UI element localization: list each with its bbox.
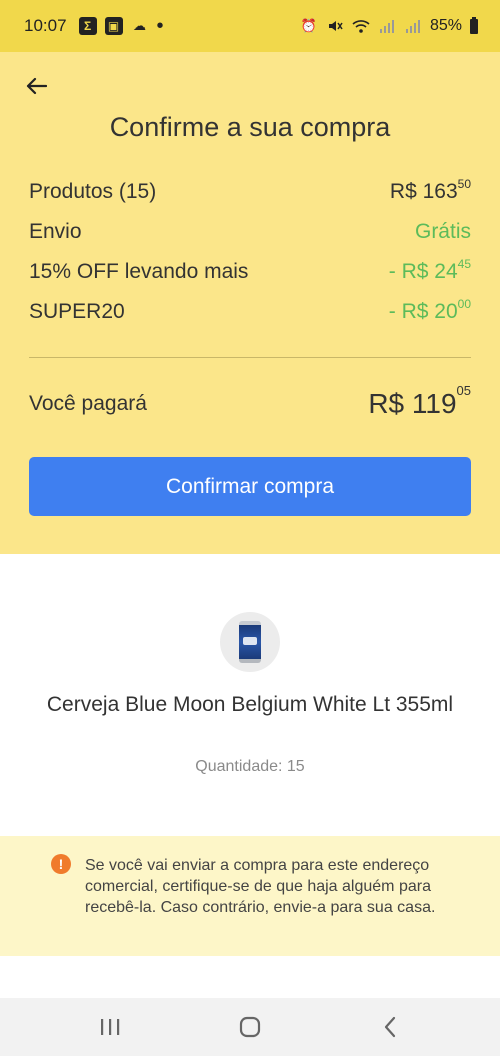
arrow-left-icon <box>26 77 47 95</box>
notice-text: Se você vai enviar a compra para este en… <box>85 857 436 916</box>
product-quantity: Quantidade: 15 <box>195 758 305 775</box>
summary-row-shipping: Envio Grátis <box>29 220 471 260</box>
summary-row-label: SUPER20 <box>29 300 125 323</box>
system-nav-bar <box>0 998 500 1056</box>
summary-row-label: 15% OFF levando mais <box>29 260 249 283</box>
summary-rows: Produtos (15) R$ 16350 Envio Grátis 15% … <box>29 177 471 340</box>
alarm-icon: ⏰ <box>300 18 318 33</box>
total-label: Você pagará <box>29 392 147 415</box>
summary-row-value: - R$ 2445 <box>388 257 471 283</box>
status-time: 10:07 <box>24 16 67 35</box>
summary-row-volume-discount: 15% OFF levando mais - R$ 2445 <box>29 257 471 300</box>
summary-row-coupon: SUPER20 - R$ 2000 <box>29 297 471 340</box>
status-right: ⏰ 85% <box>300 16 478 35</box>
gallery-icon: ▣ <box>104 17 123 35</box>
summary-row-value: Grátis <box>414 220 471 243</box>
product-image <box>220 612 280 672</box>
recent-apps-icon <box>101 1019 120 1035</box>
signal-icon-2 <box>404 17 422 35</box>
notification-dot-icon: • <box>156 15 164 37</box>
summary-row-value: - R$ 2000 <box>388 297 471 323</box>
divider <box>29 357 471 358</box>
chevron-left-icon <box>384 1016 396 1038</box>
summary-row-label: Envio <box>29 220 82 243</box>
page-title: Confirme a sua compra <box>109 112 391 142</box>
summary-row-value: R$ 16350 <box>389 177 471 203</box>
home-button[interactable] <box>220 1007 280 1047</box>
cloud-icon: ☁ <box>133 18 147 33</box>
recent-apps-button[interactable] <box>80 1007 140 1047</box>
address-notice: ! Se você vai enviar a compra para este … <box>0 836 500 956</box>
back-nav-button[interactable] <box>360 1007 420 1047</box>
signal-icon <box>378 17 396 35</box>
product-card: Cerveja Blue Moon Belgium White Lt 355ml… <box>0 554 500 836</box>
product-name: Cerveja Blue Moon Belgium White Lt 355ml <box>46 693 454 716</box>
wifi-icon <box>352 17 370 35</box>
mute-icon <box>326 17 344 35</box>
sigma-icon: Σ <box>78 17 97 35</box>
beer-can-icon <box>239 621 261 663</box>
battery-percent: 85% <box>429 17 462 34</box>
total-value: R$ 11905 <box>368 382 471 419</box>
home-icon <box>239 1016 261 1038</box>
back-button[interactable] <box>18 70 54 102</box>
summary-row-label: Produtos (15) <box>29 180 157 203</box>
confirm-purchase-button[interactable]: Confirmar compra <box>29 457 471 516</box>
status-left: 10:07 Σ ▣ ☁ • <box>24 16 164 36</box>
warning-icon: ! <box>51 854 71 874</box>
status-bar: 10:07 Σ ▣ ☁ • ⏰ 85% <box>0 0 500 52</box>
summary-row-products: Produtos (15) R$ 16350 <box>29 177 471 220</box>
total-row: Você pagará R$ 11905 <box>29 382 471 420</box>
purchase-summary: Confirme a sua compra Produtos (15) R$ 1… <box>0 52 500 554</box>
battery-icon <box>470 16 478 34</box>
